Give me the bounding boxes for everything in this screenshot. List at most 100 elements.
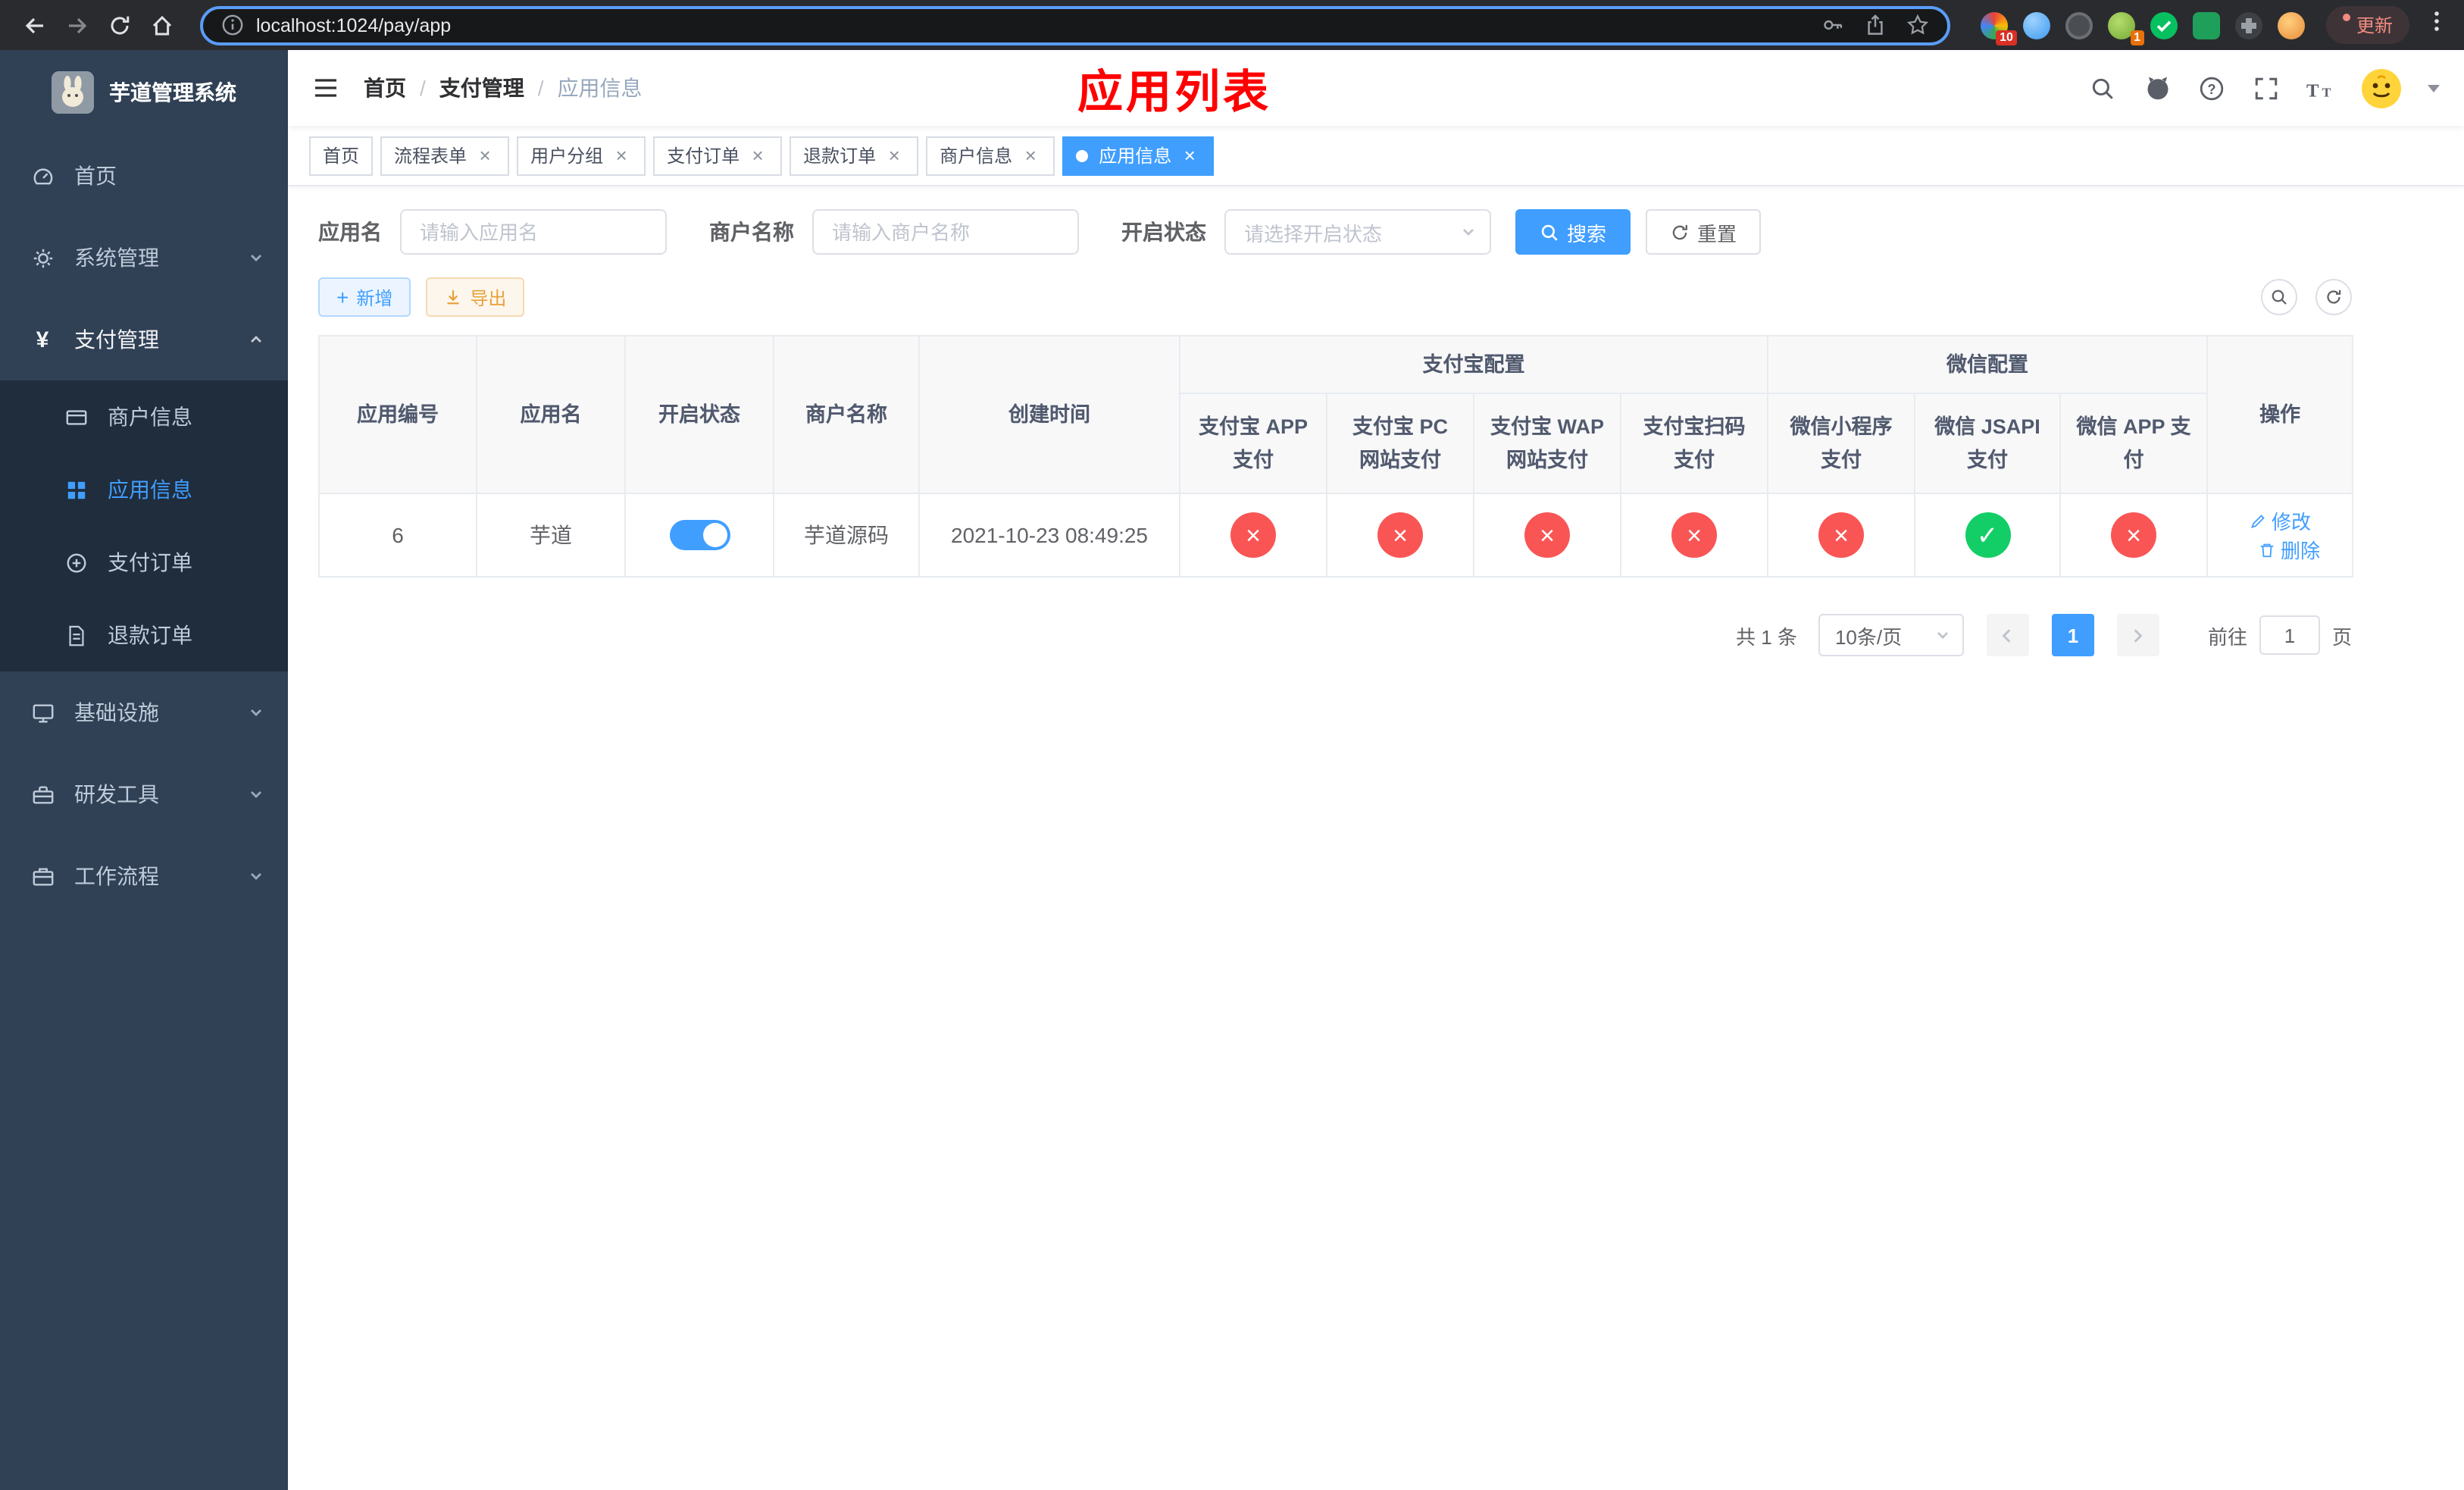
help-icon[interactable]: ? — [2197, 74, 2226, 102]
app-name-input[interactable] — [400, 209, 667, 255]
tab-pay-order[interactable]: 支付订单 × — [653, 136, 783, 175]
reset-button[interactable]: 重置 — [1646, 209, 1762, 255]
add-button[interactable]: + 新增 — [318, 277, 411, 317]
col-group-alipay: 支付宝配置 — [1179, 335, 1768, 394]
sidebar-item-label: 研发工具 — [74, 782, 159, 806]
sidebar-item-pay-order[interactable]: 支付订单 — [0, 526, 288, 599]
extension-icon-green-avatar[interactable]: 1 — [2107, 11, 2144, 45]
close-icon[interactable]: × — [1020, 145, 1041, 166]
close-icon[interactable]: × — [1179, 145, 1200, 166]
sidebar-item-workflow[interactable]: 工作流程 — [0, 835, 288, 917]
search-icon[interactable] — [2088, 74, 2117, 102]
update-dot-icon — [2342, 14, 2350, 21]
github-icon[interactable] — [2143, 74, 2172, 102]
tab-merchant-info[interactable]: 商户信息 × — [926, 136, 1055, 175]
tab-user-group[interactable]: 用户分组 × — [517, 136, 646, 175]
top-navbar: 首页 / 支付管理 / 应用信息 应用列表 ? T T — [288, 50, 2464, 126]
sidebar-item-refund-order[interactable]: 退款订单 — [0, 599, 288, 671]
search-button-label: 搜索 — [1567, 222, 1607, 245]
cell-app-id: 6 — [318, 493, 477, 578]
extension-icon-puzzle[interactable] — [2234, 11, 2262, 39]
browser-menu-icon[interactable] — [2425, 9, 2449, 41]
tab-refund-order[interactable]: 退款订单 × — [790, 136, 919, 175]
password-key-icon[interactable] — [1821, 13, 1846, 37]
breadcrumb-payment[interactable]: 支付管理 — [439, 73, 524, 103]
cell-wx-jsapi: ✓ — [1914, 493, 2061, 578]
sidebar-item-label: 应用信息 — [108, 477, 192, 502]
url-text[interactable]: localhost:1024/pay/app — [256, 14, 1809, 36]
site-info-icon[interactable] — [220, 13, 244, 37]
breadcrumb-home[interactable]: 首页 — [364, 73, 406, 103]
toggle-search-button[interactable] — [2261, 279, 2297, 315]
browser-reload-icon[interactable] — [100, 5, 139, 45]
extension-icon-colorful[interactable]: 10 — [1980, 11, 2017, 45]
sidebar-item-dev-tools[interactable]: 研发工具 — [0, 753, 288, 835]
extension-icon-dark-circle[interactable] — [2065, 11, 2093, 39]
sidebar-item-system[interactable]: 系统管理 — [0, 217, 288, 299]
edit-label: 修改 — [2272, 511, 2312, 534]
avatar-caret-icon[interactable] — [2428, 84, 2440, 92]
status-toggle[interactable] — [669, 520, 730, 550]
next-page-button[interactable] — [2116, 614, 2159, 656]
close-icon[interactable]: × — [883, 145, 905, 166]
table-row: 6 芋道 芋道源码 2021-10-23 08:49:25 × × × × × … — [318, 493, 2354, 578]
close-icon[interactable]: × — [474, 145, 496, 166]
chevron-down-icon — [249, 787, 264, 802]
chevron-down-icon — [1461, 224, 1476, 239]
merchant-name-input[interactable] — [812, 209, 1079, 255]
cell-actions: 修改 删除 — [2206, 493, 2354, 578]
toolbox-icon — [30, 783, 55, 806]
cell-wx-lite: × — [1767, 493, 1915, 578]
col-header-app-name: 应用名 — [476, 335, 626, 494]
delete-link[interactable]: 删除 — [2258, 535, 2320, 564]
goto-page-input[interactable] — [2259, 615, 2320, 655]
search-button[interactable]: 搜索 — [1515, 209, 1631, 255]
font-size-icon[interactable]: TT — [2306, 74, 2335, 102]
monitor-icon — [30, 701, 55, 724]
prev-page-button[interactable] — [1986, 614, 2029, 656]
page-title: 应用列表 — [1077, 68, 1271, 118]
refresh-table-button[interactable] — [2315, 279, 2352, 315]
extension-icon-green-square[interactable] — [2192, 11, 2220, 39]
bookmark-star-icon[interactable] — [1906, 13, 1931, 37]
export-button[interactable]: 导出 — [426, 277, 525, 317]
tab-process-form[interactable]: 流程表单 × — [380, 136, 510, 175]
app-logo[interactable]: 芋道管理系统 — [0, 50, 288, 135]
extension-icon-orange-face[interactable] — [2277, 11, 2305, 39]
navbar-actions: ? TT — [2088, 67, 2440, 108]
sidebar-toggle-icon[interactable] — [312, 74, 339, 102]
sidebar-item-home[interactable]: 首页 — [0, 135, 288, 217]
tab-home[interactable]: 首页 — [309, 136, 374, 175]
browser-forward-icon[interactable] — [58, 5, 97, 45]
edit-link[interactable]: 修改 — [2249, 506, 2311, 535]
extension-icon-droplet[interactable] — [2022, 11, 2050, 39]
page-size-select[interactable]: 10条/页 — [1818, 614, 1964, 656]
chevron-down-icon — [249, 705, 264, 720]
close-icon[interactable]: × — [611, 145, 632, 166]
breadcrumb-separator: / — [420, 76, 426, 100]
col-header-created: 创建时间 — [918, 335, 1180, 494]
sidebar-item-infrastructure[interactable]: 基础设施 — [0, 671, 288, 753]
fail-icon: × — [1377, 512, 1423, 558]
status-select[interactable]: 请选择开启状态 — [1224, 209, 1491, 255]
browser-home-icon[interactable] — [142, 5, 182, 45]
cell-alipay-wap: × — [1473, 493, 1621, 578]
sidebar-item-merchant-info[interactable]: 商户信息 — [0, 380, 288, 453]
page-size-value: 10条/页 — [1834, 625, 1903, 648]
main-area: 首页 / 支付管理 / 应用信息 应用列表 ? T T 首页 流程表单 × 用户… — [288, 50, 2464, 1490]
share-icon[interactable] — [1864, 13, 1888, 37]
sidebar-item-payment[interactable]: ¥ 支付管理 — [0, 299, 288, 380]
current-page-button[interactable]: 1 — [2051, 614, 2094, 656]
extension-icon-wechat-dev[interactable] — [2150, 11, 2178, 39]
close-icon[interactable]: × — [747, 145, 768, 166]
tab-app-info[interactable]: 应用信息 × — [1062, 136, 1215, 175]
fullscreen-icon[interactable] — [2252, 74, 2281, 102]
address-bar[interactable]: localhost:1024/pay/app — [200, 5, 1950, 45]
user-avatar[interactable] — [2361, 67, 2402, 108]
goto-label: 前往 — [2207, 625, 2247, 648]
screen: localhost:1024/pay/app 10 1 更新 芋道管理系统 首页… — [0, 0, 2464, 1490]
tab-label: 支付订单 — [667, 146, 740, 167]
browser-update-button[interactable]: 更新 — [2325, 6, 2409, 44]
browser-back-icon[interactable] — [15, 5, 55, 45]
sidebar-item-app-info[interactable]: 应用信息 — [0, 453, 288, 526]
